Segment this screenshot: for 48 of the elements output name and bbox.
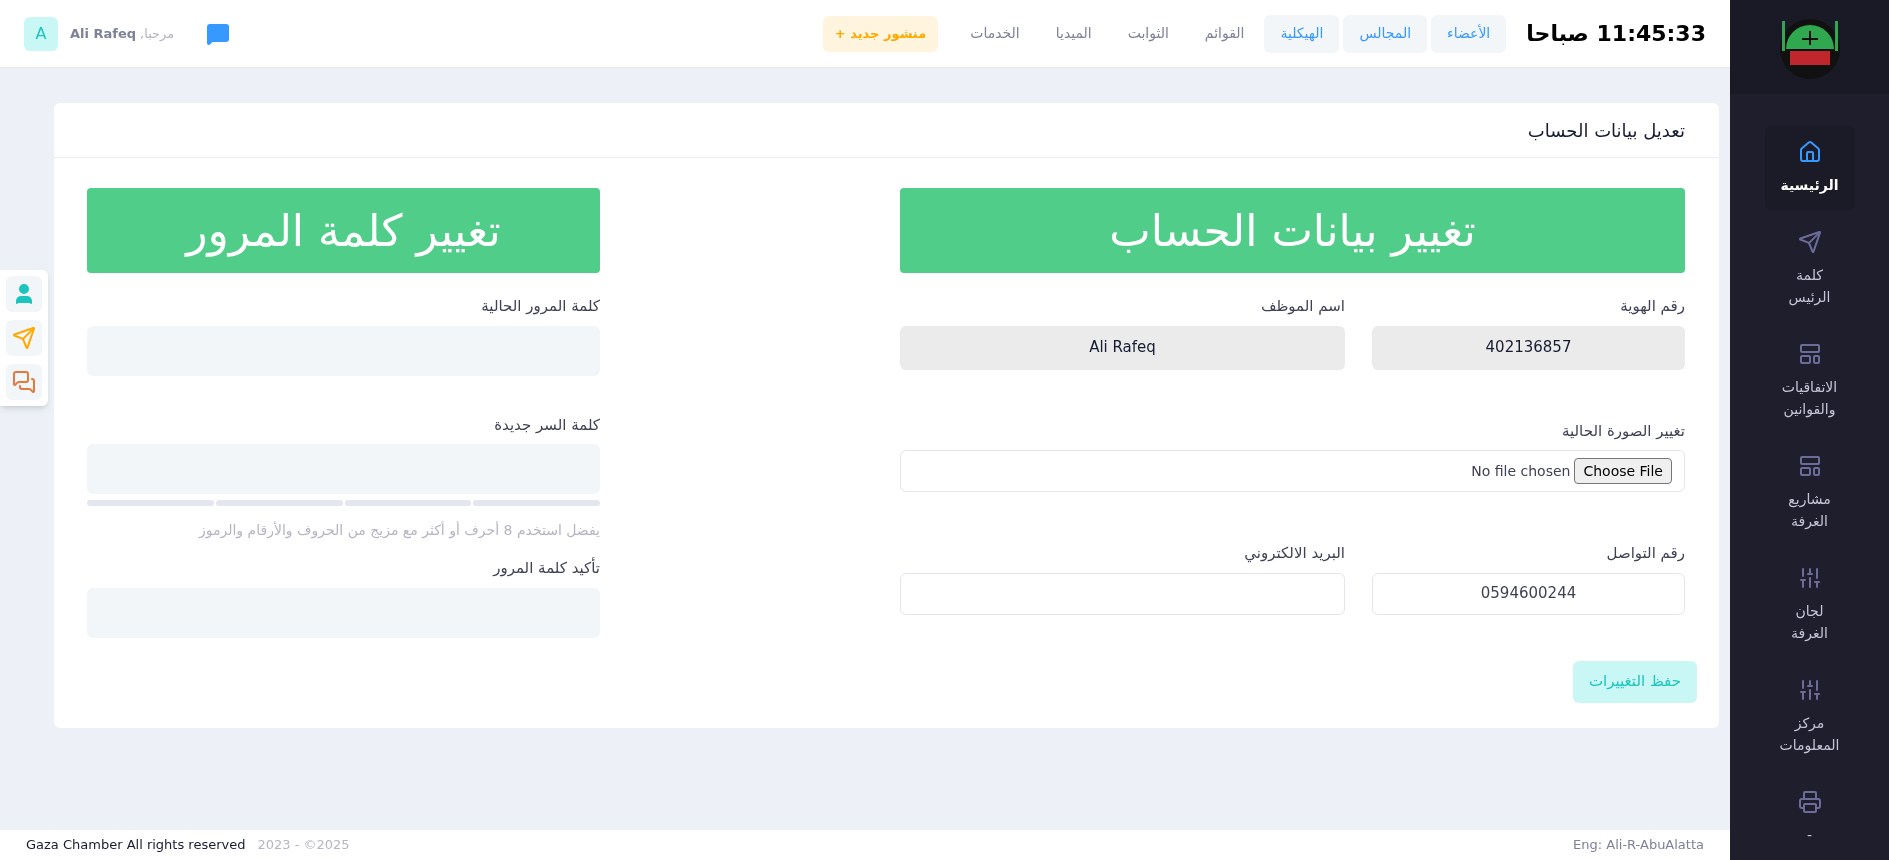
developer-credit: Eng: Ali-R-AbuAlatta [1573, 836, 1704, 855]
section-banner: تغيير بيانات الحساب [900, 188, 1685, 273]
quick-action-button[interactable] [6, 364, 42, 400]
printer-icon [1797, 790, 1822, 814]
nav-tab[interactable]: الخدمات [954, 14, 1036, 53]
sidebar-item[interactable]: - [1764, 776, 1855, 860]
sidebar-item[interactable]: مركز المعلومات [1764, 664, 1855, 770]
sliders-icon [1797, 678, 1822, 702]
password-hint: يفضل استخدم 8 أحرف أو أكثر مع مزيج من الحروف والأرقام والرموز [197, 520, 600, 541]
field-label: تأكيد كلمة المرور [491, 557, 600, 579]
phone-field[interactable]: 0594600244 [1372, 572, 1685, 615]
field-label: رقم الهوية [1619, 296, 1685, 317]
copyright-text: Gaza Chamber All rights reserved [26, 836, 246, 855]
email-field[interactable] [900, 572, 1345, 615]
greeting: مرحبا, [140, 24, 175, 43]
copyright-years: 2023 - ©2025 [257, 836, 350, 855]
file-status: No file chosen [1471, 461, 1571, 481]
paper-plane-icon [12, 326, 36, 350]
nav-tab[interactable]: القوائم [1188, 14, 1261, 53]
sidebar-item[interactable]: كلمة الرئيس [1764, 216, 1855, 322]
sidebar-item[interactable]: الرئيسية [1764, 126, 1855, 210]
nav-tab[interactable]: الميديا [1039, 14, 1108, 53]
sidebar-item[interactable]: الاتفاقيات والقوانين [1764, 328, 1855, 434]
window-icon [1797, 342, 1822, 366]
field-label: البريد الالكتروني [1243, 543, 1345, 565]
sliders-icon [1797, 566, 1822, 590]
quick-action-button[interactable] [6, 276, 42, 312]
id-field[interactable]: 402136857 [1372, 325, 1685, 370]
card-title: تعديل بيانات الحساب [1527, 118, 1685, 143]
quick-action-button[interactable] [6, 320, 42, 356]
user-name: Ali Rafeq [70, 24, 137, 43]
section-banner: تغيير كلمة المرور [87, 188, 600, 273]
window-icon [1797, 454, 1822, 478]
nav-tab[interactable]: الثوابت [1111, 14, 1185, 53]
field-label: كلمة السر جديدة [493, 414, 600, 436]
paper-plane-icon [1797, 230, 1822, 254]
field-label: كلمة المرور الحالية [480, 296, 600, 317]
field-label: تغيير الصورة الحالية [1561, 420, 1685, 442]
sidebar-item[interactable]: لجان الغرفة [1764, 552, 1855, 658]
chat-icon[interactable] [206, 21, 231, 46]
chat-icon [12, 370, 36, 394]
name-field[interactable]: Ali Rafeq [900, 325, 1345, 370]
field-label: رقم التواصل [1605, 543, 1685, 564]
clock: 11:45:33 صباحا [1526, 20, 1706, 48]
field-label: اسم الموظف [1259, 296, 1345, 317]
home-icon [1797, 140, 1822, 164]
sidebar-item[interactable]: مشاريع الغرفة [1764, 440, 1855, 546]
choose-file-button[interactable]: Choose File [1574, 458, 1672, 484]
